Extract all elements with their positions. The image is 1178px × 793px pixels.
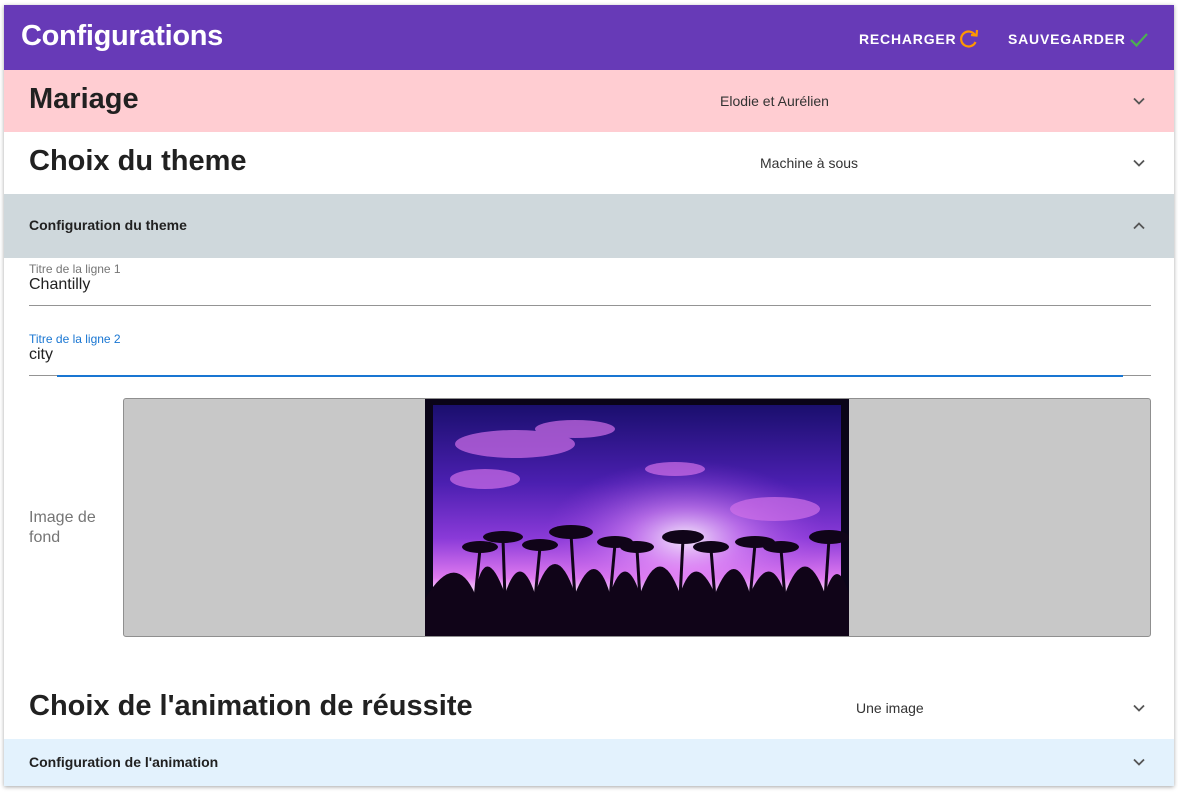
line2-focus-underline xyxy=(57,375,1123,377)
panel-mariage: Mariage Elodie et Aurélien xyxy=(4,70,1174,132)
configurations-app: Configurations RECHARGER SAUVEGARDER Mar… xyxy=(4,5,1174,786)
panel-animation-choice-value: Une image xyxy=(856,700,924,716)
line1-title-label: Titre de la ligne 1 xyxy=(29,262,121,276)
background-image-picker[interactable] xyxy=(123,398,1151,637)
panel-theme-choice: Choix du theme Machine à sous xyxy=(4,132,1174,194)
chevron-down-icon xyxy=(1133,97,1145,105)
panel-animation-config: Configuration de l'animation xyxy=(4,739,1174,786)
panel-mariage-title: Mariage xyxy=(29,83,139,115)
chevron-down-icon xyxy=(1133,704,1145,712)
line1-underline xyxy=(29,305,1151,306)
line2-title-input[interactable] xyxy=(29,346,1151,364)
save-button[interactable]: SAUVEGARDER xyxy=(1008,29,1150,49)
top-app-bar: Configurations RECHARGER SAUVEGARDER xyxy=(4,5,1174,70)
line1-title-input[interactable] xyxy=(29,276,1151,294)
line1-title-field: Titre de la ligne 1 xyxy=(29,262,1151,312)
line2-title-label: Titre de la ligne 2 xyxy=(29,332,121,346)
reload-button-label: RECHARGER xyxy=(859,31,957,47)
chevron-down-icon xyxy=(1133,159,1145,167)
panel-animation-config-title: Configuration de l'animation xyxy=(29,754,219,770)
panel-animation-choice-title: Choix de l'animation de réussite xyxy=(29,690,473,722)
panel-theme-choice-header[interactable]: Choix du theme Machine à sous xyxy=(4,132,1174,194)
panel-theme-config-header[interactable]: Configuration du theme xyxy=(4,194,1174,258)
panel-theme-config: Configuration du theme xyxy=(4,194,1174,258)
panel-animation-choice: Choix de l'animation de réussite Une ima… xyxy=(4,675,1174,739)
save-button-label: SAUVEGARDER xyxy=(1008,31,1126,47)
background-image-label: Image de fond xyxy=(29,509,96,546)
panel-animation-config-header[interactable]: Configuration de l'animation xyxy=(4,739,1174,786)
panel-mariage-header[interactable]: Mariage Elodie et Aurélien xyxy=(4,70,1174,132)
panel-theme-choice-value: Machine à sous xyxy=(760,155,859,171)
panel-theme-config-title: Configuration du theme xyxy=(29,217,187,233)
check-icon xyxy=(1128,29,1150,49)
chevron-down-icon xyxy=(1133,758,1145,766)
panel-animation-choice-header[interactable]: Choix de l'animation de réussite Une ima… xyxy=(4,675,1174,739)
background-image-preview xyxy=(425,399,849,636)
line2-title-field: Titre de la ligne 2 xyxy=(29,332,1151,382)
chevron-up-icon xyxy=(1133,222,1145,230)
panel-theme-choice-title: Choix du theme xyxy=(29,145,247,177)
panel-mariage-value: Elodie et Aurélien xyxy=(720,93,829,109)
refresh-icon xyxy=(958,29,980,49)
page-title: Configurations xyxy=(21,20,224,52)
reload-button[interactable]: RECHARGER xyxy=(859,29,980,49)
